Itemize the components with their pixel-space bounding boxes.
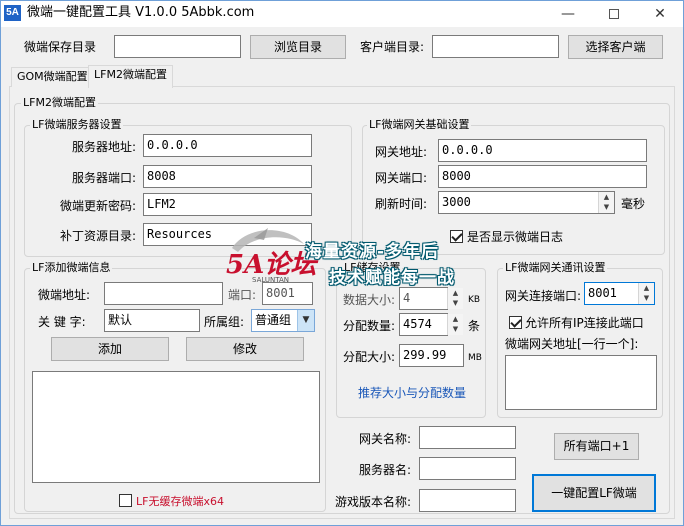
spin-down-icon[interactable]: ▼ xyxy=(448,298,463,308)
window-title: 微端一键配置工具 V1.0.0 5Abbk.com xyxy=(27,5,255,20)
micro-addr-label: 微端地址: xyxy=(38,288,91,302)
spin-up-icon[interactable]: ▲ xyxy=(448,288,463,298)
spin-up-icon[interactable]: ▲ xyxy=(599,192,614,202)
tab-gom[interactable]: GOM微端配置 xyxy=(11,67,94,87)
server-settings-label: LF微端服务器设置 xyxy=(30,118,124,131)
server-port-input[interactable]: 8008 xyxy=(143,165,312,188)
allow-all-check-icon[interactable] xyxy=(509,316,522,329)
spin-down-icon[interactable]: ▼ xyxy=(448,324,463,334)
save-dir-label: 微端保存目录 xyxy=(24,40,97,54)
chevron-down-icon[interactable]: ▼ xyxy=(297,310,314,331)
group-select-label: 所属组: xyxy=(204,315,245,329)
lfm2-config-group-label: LFM2微端配置 xyxy=(21,96,98,109)
maximize-button[interactable] xyxy=(591,1,637,27)
add-button[interactable]: 添加 xyxy=(51,337,169,361)
no-cache-label: LF无缓存微端x64 xyxy=(136,495,224,508)
block-size-unit: KB xyxy=(468,295,481,305)
spin-up-icon[interactable]: ▲ xyxy=(639,283,654,293)
gateway-port-input[interactable]: 8000 xyxy=(438,165,647,188)
spin-down-icon[interactable]: ▼ xyxy=(639,293,654,303)
block-size-label: 数据大小: xyxy=(343,293,396,307)
keyword-label: 关 键 字: xyxy=(38,315,86,329)
minimize-icon: — xyxy=(561,6,575,22)
gateway-addr-list[interactable] xyxy=(505,355,657,410)
browse-dir-button[interactable]: 浏览目录 xyxy=(250,35,346,59)
allow-all-label: 允许所有IP连接此端口 xyxy=(525,316,644,330)
alloc-count-label: 分配数量: xyxy=(343,319,396,333)
alloc-count-input[interactable]: 4574 xyxy=(399,313,448,336)
alloc-count-spinner[interactable]: ▲ ▼ xyxy=(447,314,463,335)
update-password-input[interactable]: LFM2 xyxy=(143,193,312,216)
close-icon: ✕ xyxy=(654,6,666,22)
watermark-logo-sub: SALUNTAN xyxy=(252,276,290,284)
add-info-label: LF添加微端信息 xyxy=(30,261,113,274)
tab-lfm2[interactable]: LFM2微端配置 xyxy=(88,65,173,88)
game-version-label: 游戏版本名称: xyxy=(335,495,412,509)
micro-list-box[interactable] xyxy=(32,371,320,483)
client-dir-label: 客户端目录: xyxy=(360,40,425,54)
select-client-button[interactable]: 选择客户端 xyxy=(568,35,663,59)
refresh-time-label: 刷新时间: xyxy=(375,197,428,211)
block-size-spinner[interactable]: ▲ ▼ xyxy=(447,288,463,309)
gateway-name-input[interactable] xyxy=(419,426,516,449)
spin-up-icon[interactable]: ▲ xyxy=(448,314,463,324)
modify-button[interactable]: 修改 xyxy=(186,337,304,361)
alloc-size-unit: MB xyxy=(468,353,482,363)
allow-all-checkbox[interactable] xyxy=(509,315,522,329)
one-key-config-button[interactable]: 一键配置LF微端 xyxy=(532,474,656,512)
watermark-line-1: 海量资源-多年后 xyxy=(305,242,440,262)
server-address-label: 服务器地址: xyxy=(72,140,137,154)
gateway-address-input[interactable]: 0.0.0.0 xyxy=(438,139,647,162)
close-button[interactable]: ✕ xyxy=(637,1,683,27)
gateway-address-label: 网关地址: xyxy=(375,145,428,159)
conn-port-spinner[interactable]: ▲ ▼ xyxy=(638,283,654,304)
gateway-comm-label: LF微端网关通讯设置 xyxy=(503,261,608,274)
no-cache-checkbox[interactable] xyxy=(119,493,132,507)
app-icon: 5A xyxy=(4,5,21,21)
group-select-value: 普通组 xyxy=(255,313,292,327)
server-address-input[interactable]: 0.0.0.0 xyxy=(143,134,312,157)
keyword-input[interactable]: 默认 xyxy=(104,309,200,332)
server-name-input[interactable] xyxy=(419,457,516,480)
save-dir-input[interactable] xyxy=(114,35,241,58)
server-name-label: 服务器名: xyxy=(359,463,412,477)
refresh-time-spinner[interactable]: ▲ ▼ xyxy=(598,192,614,213)
all-ports-plus-one-button[interactable]: 所有端口+1 xyxy=(554,433,639,460)
alloc-count-unit: 条 xyxy=(468,319,481,333)
server-port-label: 服务器端口: xyxy=(72,171,137,185)
no-cache-check-icon[interactable] xyxy=(119,494,132,507)
game-version-input[interactable] xyxy=(419,489,516,512)
refresh-time-unit: 毫秒 xyxy=(621,197,646,211)
show-log-check-icon[interactable] xyxy=(450,230,463,243)
client-dir-input[interactable] xyxy=(432,35,559,58)
gateway-name-label: 网关名称: xyxy=(359,432,412,446)
alloc-size-input[interactable]: 299.99 xyxy=(399,344,464,367)
alloc-size-label: 分配大小: xyxy=(343,350,396,364)
patch-dir-label: 补丁资源目录: xyxy=(60,229,137,243)
recommend-link[interactable]: 推荐大小与分配数量 xyxy=(358,384,466,401)
refresh-time-input[interactable]: 3000 xyxy=(438,191,615,214)
update-password-label: 微端更新密码: xyxy=(60,199,137,213)
spin-down-icon[interactable]: ▼ xyxy=(599,202,614,212)
gateway-port-label: 网关端口: xyxy=(375,171,428,185)
addr-list-label: 微端网关地址[一行一个]: xyxy=(505,337,639,351)
show-log-checkbox[interactable] xyxy=(450,229,463,243)
watermark-line-2: 技术赋能每一战 xyxy=(329,268,455,288)
conn-port-label: 网关连接端口: xyxy=(505,289,582,303)
micro-addr-input[interactable] xyxy=(104,282,223,305)
minimize-button[interactable]: — xyxy=(545,1,591,27)
block-size-input[interactable]: 4 xyxy=(399,287,448,310)
maximize-icon xyxy=(609,9,619,19)
show-log-label: 是否显示微端日志 xyxy=(467,230,564,244)
gateway-settings-label: LF微端网关基础设置 xyxy=(367,118,472,131)
